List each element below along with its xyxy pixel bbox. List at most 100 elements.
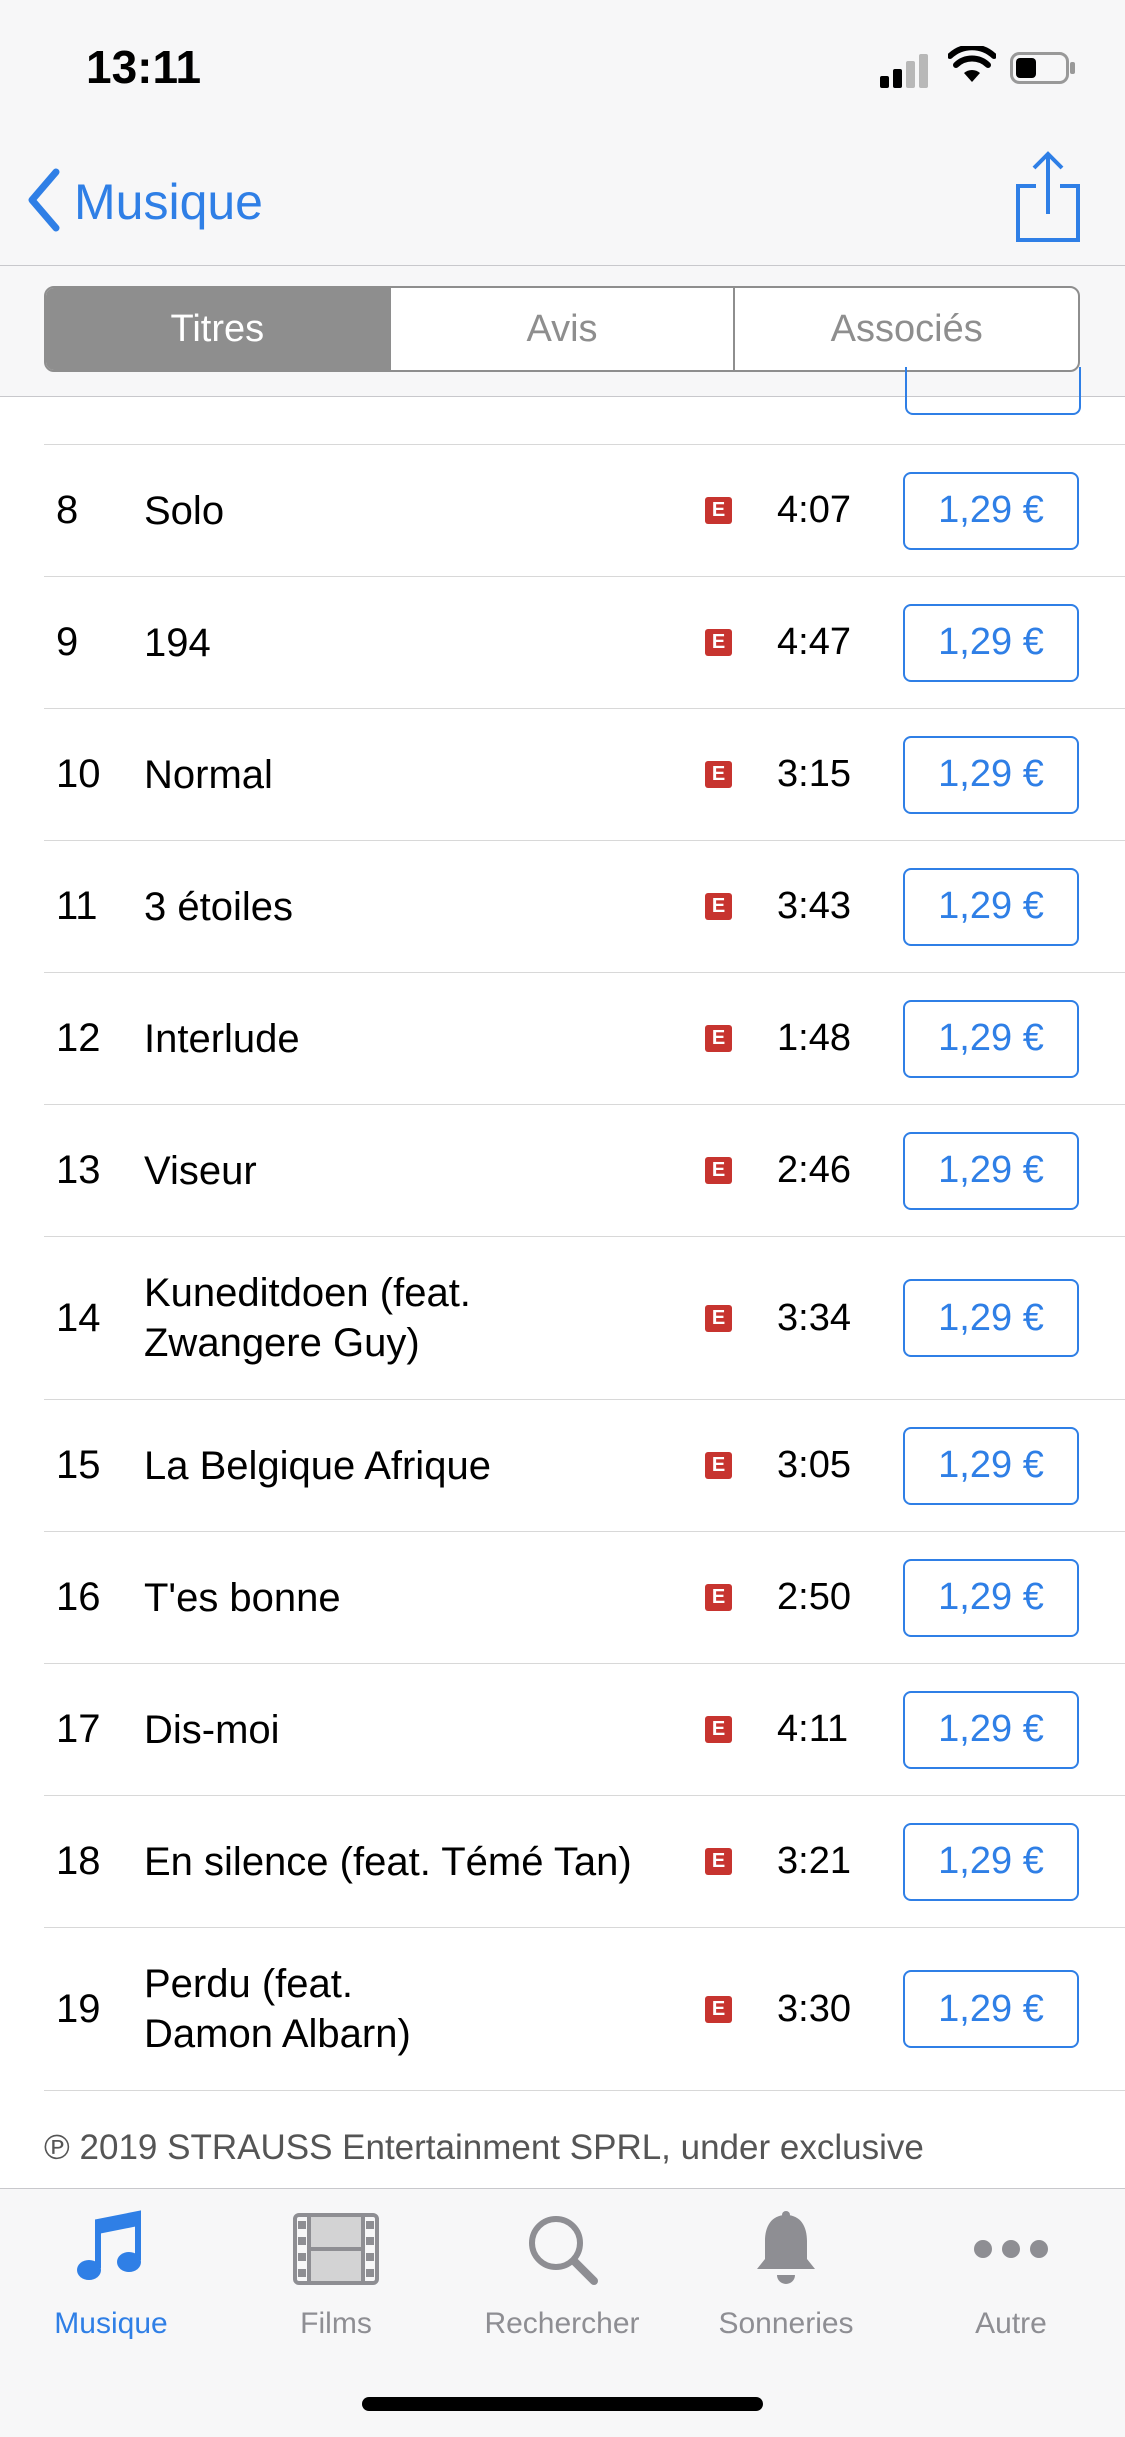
track-duration: 3:05 (777, 1444, 851, 1486)
price-button[interactable]: 1,29 € (903, 1970, 1079, 2048)
tab-label: Sonneries (718, 2307, 854, 2340)
explicit-badge: E (705, 629, 732, 656)
explicit-badge: E (705, 1584, 732, 1611)
explicit-badge: E (705, 1452, 732, 1479)
track-duration: 2:50 (777, 1576, 851, 1618)
track-duration: 3:43 (777, 885, 851, 927)
wifi-icon (947, 44, 997, 86)
track-row[interactable]: 9 194 E 4:47 1,29 € (44, 577, 1125, 709)
segment-titres[interactable]: Titres (46, 288, 391, 370)
track-title: En silence (feat. Témé Tan) (144, 1839, 632, 1884)
tab-rechercher[interactable]: Rechercher (462, 2207, 662, 2347)
price-button[interactable]: 1,29 € (903, 1822, 1079, 1901)
track-row[interactable]: 13 Viseur E 2:46 1,29 € (44, 1105, 1125, 1237)
film-icon (236, 2207, 436, 2291)
copyright-text: ℗ 2019 STRAUSS Entertainment SPRL, under… (44, 2128, 924, 2167)
segmented-control: Titres Avis Associés (44, 286, 1080, 372)
track-title: Solo (144, 488, 225, 533)
track-duration: 1:48 (777, 1017, 851, 1059)
track-row[interactable]: 16 T'es bonne E 2:50 1,29 € (44, 1532, 1125, 1664)
price-button[interactable]: 1,29 € (903, 867, 1079, 946)
back-button[interactable]: Musique (24, 168, 263, 237)
cellular-signal-icon (880, 48, 930, 88)
tab-sonneries[interactable]: Sonneries (686, 2207, 886, 2347)
track-row[interactable]: 14 Kuneditdoen (feat. Zwangere Guy) E 3:… (44, 1237, 1125, 1400)
price-button[interactable]: 1,29 € (903, 603, 1079, 682)
track-title: La Belgique Afrique (144, 1443, 491, 1488)
back-button-label: Musique (74, 174, 263, 230)
track-duration: 3:30 (777, 1987, 851, 2030)
explicit-badge: E (705, 761, 732, 788)
price-button[interactable]: 1,29 € (903, 1279, 1079, 1357)
track-row[interactable]: 18 En silence (feat. Témé Tan) E 3:21 1,… (44, 1796, 1125, 1928)
track-number: 10 (56, 752, 101, 796)
track-list: 8 Solo E 4:07 1,29 € 9 194 E 4:47 1,29 €… (0, 367, 1125, 2091)
track-duration: 4:07 (777, 489, 851, 531)
track-number: 15 (56, 1443, 101, 1487)
partial-price-button[interactable] (905, 367, 1081, 415)
track-title: 194 (144, 620, 211, 665)
track-number: 9 (56, 620, 79, 664)
track-row[interactable]: 8 Solo E 4:07 1,29 € (44, 445, 1125, 577)
search-icon (462, 2207, 662, 2291)
track-row[interactable]: 11 3 étoiles E 3:43 1,29 € (44, 841, 1125, 973)
partial-track-row (44, 367, 1125, 445)
price-button[interactable]: 1,29 € (903, 735, 1079, 814)
explicit-badge: E (705, 893, 732, 920)
track-title: T'es bonne (144, 1575, 341, 1620)
track-number: 14 (56, 1295, 101, 1340)
track-title: Interlude (144, 1016, 300, 1061)
tab-films[interactable]: Films (236, 2207, 436, 2347)
price-button[interactable]: 1,29 € (903, 471, 1079, 550)
home-indicator[interactable] (362, 2397, 763, 2411)
track-row[interactable]: 15 La Belgique Afrique E 3:05 1,29 € (44, 1400, 1125, 1532)
price-button[interactable]: 1,29 € (903, 1131, 1079, 1210)
segment-avis[interactable]: Avis (391, 288, 736, 370)
share-icon (1010, 151, 1086, 252)
track-number: 19 (56, 1986, 101, 2031)
tab-autre[interactable]: Autre (911, 2207, 1111, 2347)
track-title: Kuneditdoen (feat. Zwangere Guy) (144, 1271, 471, 1365)
track-duration: 3:21 (777, 1840, 851, 1882)
track-row[interactable]: 12 Interlude E 1:48 1,29 € (44, 973, 1125, 1105)
tab-label: Rechercher (484, 2307, 640, 2340)
track-title: Normal (144, 752, 273, 797)
track-number: 11 (56, 884, 98, 928)
track-title: Viseur (144, 1148, 257, 1193)
track-duration: 4:11 (777, 1708, 849, 1750)
track-row[interactable]: 10 Normal E 3:15 1,29 € (44, 709, 1125, 841)
explicit-badge: E (705, 497, 732, 524)
track-title: Perdu (feat. Damon Albarn) (144, 1962, 411, 2056)
price-button[interactable]: 1,29 € (903, 1558, 1079, 1637)
track-duration: 3:15 (777, 753, 851, 795)
segment-associes[interactable]: Associés (735, 288, 1078, 370)
price-button[interactable]: 1,29 € (903, 999, 1079, 1078)
explicit-badge: E (705, 1157, 732, 1184)
explicit-badge: E (705, 1304, 732, 1332)
tab-label: Musique (54, 2307, 168, 2340)
track-number: 18 (56, 1839, 101, 1883)
price-button[interactable]: 1,29 € (903, 1426, 1079, 1505)
track-row[interactable]: 19 Perdu (feat. Damon Albarn) E 3:30 1,2… (44, 1928, 1125, 2091)
track-number: 13 (56, 1148, 101, 1192)
battery-icon (1010, 52, 1076, 84)
tab-label: Autre (975, 2307, 1047, 2340)
music-note-icon (11, 2207, 211, 2291)
chevron-left-icon (24, 168, 64, 237)
explicit-badge: E (705, 1716, 732, 1743)
explicit-badge: E (705, 1848, 732, 1875)
track-number: 17 (56, 1707, 101, 1751)
price-button[interactable]: 1,29 € (903, 1690, 1079, 1769)
explicit-badge: E (705, 1025, 732, 1052)
share-button[interactable] (1010, 148, 1086, 248)
track-duration: 4:47 (777, 621, 851, 663)
track-number: 8 (56, 488, 79, 532)
track-title: Dis-moi (144, 1707, 280, 1752)
track-row[interactable]: 17 Dis-moi E 4:11 1,29 € (44, 1664, 1125, 1796)
tab-musique[interactable]: Musique (11, 2207, 211, 2347)
more-icon (911, 2207, 1111, 2291)
track-title: 3 étoiles (144, 884, 293, 929)
bell-icon (686, 2207, 886, 2291)
status-time: 13:11 (86, 41, 202, 93)
track-duration: 3:34 (777, 1296, 851, 1339)
